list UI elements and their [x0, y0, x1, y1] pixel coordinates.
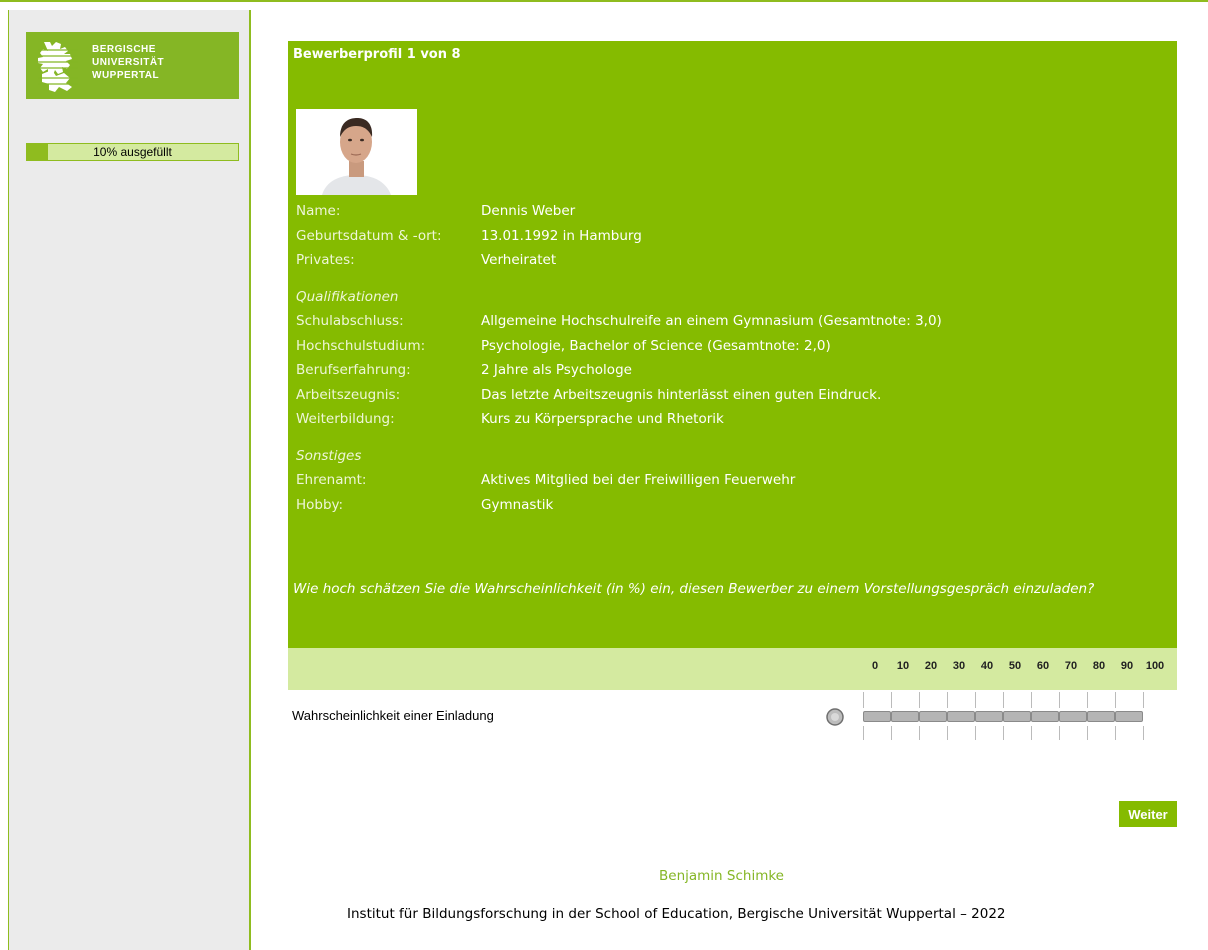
detail-value: Aktives Mitglied bei der Freiwilligen Fe…	[481, 472, 796, 488]
scale-label: 10	[896, 660, 910, 672]
slider-tick	[1087, 726, 1088, 740]
probability-slider[interactable]	[862, 692, 1168, 740]
slider-tick	[919, 726, 920, 740]
section-heading-misc: Sonstiges	[296, 447, 362, 464]
scale-label: 70	[1064, 660, 1078, 672]
scale-label: 30	[952, 660, 966, 672]
detail-row-reference: Arbeitszeugnis: Das letzte Arbeitszeugni…	[296, 386, 881, 412]
slider-segment[interactable]	[947, 711, 975, 722]
detail-value: Allgemeine Hochschulreife an einem Gymna…	[481, 313, 942, 329]
detail-value: Gymnastik	[481, 496, 554, 513]
slider-tick	[947, 726, 948, 740]
applicant-profile-panel: Bewerberprofil 1 von 8 Name: Dennis Webe…	[288, 41, 1177, 648]
slider-tick	[1003, 726, 1004, 740]
detail-label: Privates:	[296, 252, 355, 268]
slider-segment[interactable]	[1087, 711, 1115, 722]
slider-segment[interactable]	[1003, 711, 1031, 722]
slider-tick	[891, 726, 892, 740]
detail-value: Das letzte Arbeitszeugnis hinterlässt ei…	[481, 386, 882, 403]
slider-segment[interactable]	[891, 711, 919, 722]
slider-tick	[1031, 726, 1032, 740]
slider-segment[interactable]	[1115, 711, 1143, 722]
detail-value: Psychologie, Bachelor of Science (Gesamt…	[481, 337, 831, 354]
footer-institute: Institut für Bildungsforschung in der Sc…	[347, 906, 1006, 922]
detail-label: Ehrenamt:	[296, 472, 367, 488]
detail-label: Hobby:	[296, 496, 344, 513]
detail-row-training: Weiterbildung: Kurs zu Körpersprache und…	[296, 411, 724, 436]
slider-tick	[1115, 726, 1116, 740]
slider-tick	[947, 692, 948, 708]
slider-ticks	[862, 692, 1168, 740]
slider-segment[interactable]	[919, 711, 947, 722]
detail-value: Verheiratet	[481, 252, 557, 268]
slider-tick	[1143, 726, 1144, 740]
slider-segment[interactable]	[863, 711, 891, 722]
applicant-photo	[296, 109, 417, 195]
progress-label: 10% ausgefüllt	[93, 145, 172, 159]
slider-tick	[975, 692, 976, 708]
slider-tick	[1115, 692, 1116, 708]
slider-tick	[1087, 692, 1088, 708]
detail-row-experience: Berufserfahrung: 2 Jahre als Psychologe	[296, 362, 632, 387]
detail-label: Weiterbildung:	[296, 411, 395, 427]
detail-label: Arbeitszeugnis:	[296, 386, 401, 403]
slider-tick	[1059, 692, 1060, 708]
slider-segment[interactable]	[1031, 711, 1059, 722]
slider-tick	[1059, 726, 1060, 740]
scale-label: 50	[1008, 660, 1022, 672]
detail-row-birth: Geburtsdatum & -ort: 13.01.1992 in Hambu…	[296, 228, 642, 253]
progress-bar: 10% ausgefüllt	[26, 143, 239, 161]
detail-label: Name:	[296, 203, 341, 219]
slider-tick	[1143, 692, 1144, 708]
logo-line-3: WUPPERTAL	[92, 70, 160, 81]
next-button[interactable]: Weiter	[1119, 801, 1177, 827]
university-logo[interactable]: BERGISCHE UNIVERSITÄT WUPPERTAL	[26, 32, 239, 99]
scale-label: 80	[1092, 660, 1106, 672]
section-heading-qualifications: Qualifikationen	[296, 288, 399, 305]
scale-label: 40	[980, 660, 994, 672]
detail-label: Berufserfahrung:	[296, 362, 411, 378]
detail-label: Schulabschluss:	[296, 313, 404, 329]
slider-segment[interactable]	[975, 711, 1003, 722]
detail-value: Kurs zu Körpersprache und Rhetorik	[481, 411, 724, 427]
slider-segment[interactable]	[1059, 711, 1087, 722]
slider-tick	[863, 726, 864, 740]
profile-title: Bewerberprofil 1 von 8	[293, 47, 461, 62]
detail-row-volunteer: Ehrenamt: Aktives Mitglied bei der Freiw…	[296, 472, 795, 497]
scale-label: 20	[924, 660, 938, 672]
top-border-line	[0, 0, 1208, 2]
detail-row-private: Privates: Verheiratet	[296, 252, 556, 277]
slider-tick	[975, 726, 976, 740]
scale-label: 0	[871, 660, 879, 672]
detail-label: Hochschulstudium:	[296, 337, 426, 354]
slider-tick	[863, 692, 864, 708]
footer-author: Benjamin Schimke	[659, 868, 784, 884]
detail-value: 13.01.1992 in Hamburg	[481, 227, 642, 244]
detail-value: Dennis Weber	[481, 203, 576, 219]
detail-row-university: Hochschulstudium: Psychologie, Bachelor …	[296, 338, 831, 363]
detail-row-name: Name: Dennis Weber	[296, 203, 575, 228]
rating-item-label: Wahrscheinlichkeit einer Einladung	[292, 708, 494, 723]
slider-tick	[1031, 692, 1032, 708]
rating-question: Wie hoch schätzen Sie die Wahrscheinlich…	[293, 581, 1095, 597]
slider-tick	[1003, 692, 1004, 708]
detail-row-hobby: Hobby: Gymnastik	[296, 496, 553, 522]
lion-crest-icon	[38, 42, 78, 92]
detail-row-school: Schulabschluss: Allgemeine Hochschulreif…	[296, 313, 942, 338]
slider-tick	[919, 692, 920, 708]
logo-wordmark: BERGISCHE UNIVERSITÄT WUPPERTAL	[92, 43, 164, 82]
scale-label: 90	[1120, 660, 1134, 672]
scale-label: 100	[1145, 660, 1165, 672]
logo-line-2: UNIVERSITÄT	[92, 57, 165, 68]
scale-label: 60	[1036, 660, 1050, 672]
slider-knob[interactable]	[825, 707, 845, 727]
profile-details: Name: Dennis Weber Geburtsdatum & -ort: …	[296, 203, 942, 522]
logo-line-1: BERGISCHE	[92, 44, 156, 55]
applicant-portrait-image	[296, 109, 417, 195]
slider-tick	[891, 692, 892, 708]
detail-value: 2 Jahre als Psychologe	[481, 362, 632, 378]
detail-label: Geburtsdatum & -ort:	[296, 227, 442, 244]
